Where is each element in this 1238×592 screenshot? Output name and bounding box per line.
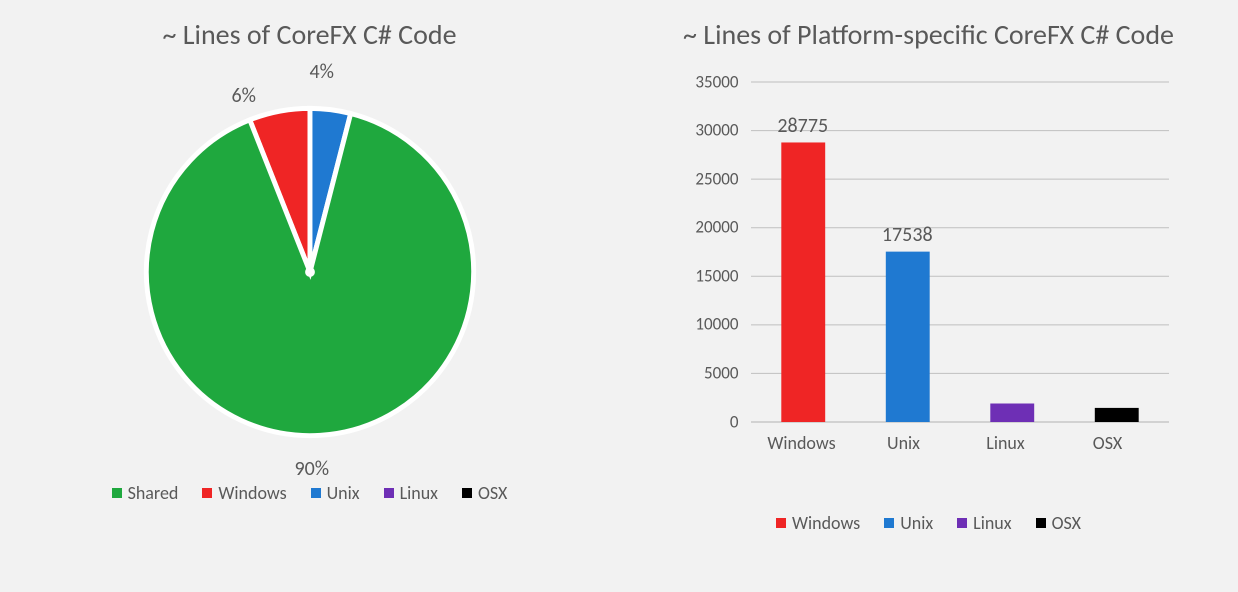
pie-label-windows: 6% xyxy=(232,84,256,108)
bar-ytick-label: 20000 xyxy=(679,217,739,238)
pie-legend-label: OSX xyxy=(478,482,507,504)
swatch-icon xyxy=(462,488,472,498)
bar-legend-label: Linux xyxy=(973,512,1011,534)
bar-title: ~ Lines of Platform-specific CoreFX C# C… xyxy=(683,18,1174,52)
bar-legend-linux: Linux xyxy=(957,512,1011,534)
pie-legend: Shared Windows Unix Linux OSX xyxy=(112,482,508,504)
swatch-icon xyxy=(884,518,894,528)
bar-legend: Windows Unix Linux OSX xyxy=(669,512,1189,534)
bar-legend-windows: Windows xyxy=(776,512,860,534)
bar-legend-label: Unix xyxy=(900,512,933,534)
swatch-icon xyxy=(957,518,967,528)
panel-bar: ~ Lines of Platform-specific CoreFX C# C… xyxy=(619,0,1238,592)
pie-legend-windows: Windows xyxy=(202,482,286,504)
pie-label-unix: 4% xyxy=(310,60,334,84)
bar-xtick-label: Linux xyxy=(955,432,1057,454)
swatch-icon xyxy=(202,488,212,498)
swatch-icon xyxy=(1036,518,1046,528)
bar-linux xyxy=(990,403,1034,421)
bar-svg xyxy=(669,62,1189,462)
bar-windows xyxy=(781,142,825,422)
bar-legend-unix: Unix xyxy=(884,512,933,534)
pie-legend-label: Unix xyxy=(327,482,360,504)
bar-legend-label: Windows xyxy=(792,512,860,534)
bar-datalabel-windows: 28775 xyxy=(777,114,828,138)
pie-title: ~ Lines of CoreFX C# Code xyxy=(162,18,456,52)
bar-ytick-label: 30000 xyxy=(679,120,739,141)
panel-pie: ~ Lines of CoreFX C# Code 90% 6% 4% Shar… xyxy=(0,0,619,592)
bar-ytick-label: 10000 xyxy=(679,314,739,335)
bar-osx xyxy=(1094,407,1138,421)
bar-ytick-label: 0 xyxy=(679,411,739,432)
pie-label-shared: 90% xyxy=(295,457,330,481)
bar-ytick-label: 25000 xyxy=(679,168,739,189)
bar-legend-osx: OSX xyxy=(1036,512,1081,534)
pie-legend-label: Shared xyxy=(128,482,179,504)
charts-container: ~ Lines of CoreFX C# Code 90% 6% 4% Shar… xyxy=(0,0,1238,592)
pie-svg xyxy=(130,92,490,452)
swatch-icon xyxy=(776,518,786,528)
bar-chart: 0 5000 10000 15000 20000 25000 30000 35000 Wind… xyxy=(669,62,1189,502)
bar-legend-label: OSX xyxy=(1052,512,1081,534)
pie-chart: 90% 6% 4% xyxy=(100,62,520,482)
pie-legend-linux: Linux xyxy=(384,482,438,504)
bar-xtick-label: Unix xyxy=(853,432,955,454)
swatch-icon xyxy=(311,488,321,498)
bar-unix xyxy=(885,251,929,421)
bar-xtick-label: OSX xyxy=(1057,432,1159,454)
swatch-icon xyxy=(112,488,122,498)
pie-legend-osx: OSX xyxy=(462,482,507,504)
bar-xtick-label: Windows xyxy=(751,432,853,454)
pie-legend-label: Windows xyxy=(218,482,286,504)
pie-legend-label: Linux xyxy=(400,482,438,504)
bar-ytick-label: 15000 xyxy=(679,265,739,286)
bar-ytick-label: 5000 xyxy=(679,363,739,384)
bar-ytick-label: 35000 xyxy=(679,71,739,92)
pie-legend-shared: Shared xyxy=(112,482,179,504)
bar-x-axis-labels: WindowsUnixLinuxOSX xyxy=(751,432,1159,454)
bar-datalabel-unix: 17538 xyxy=(882,223,933,247)
pie-legend-unix: Unix xyxy=(311,482,360,504)
swatch-icon xyxy=(384,488,394,498)
